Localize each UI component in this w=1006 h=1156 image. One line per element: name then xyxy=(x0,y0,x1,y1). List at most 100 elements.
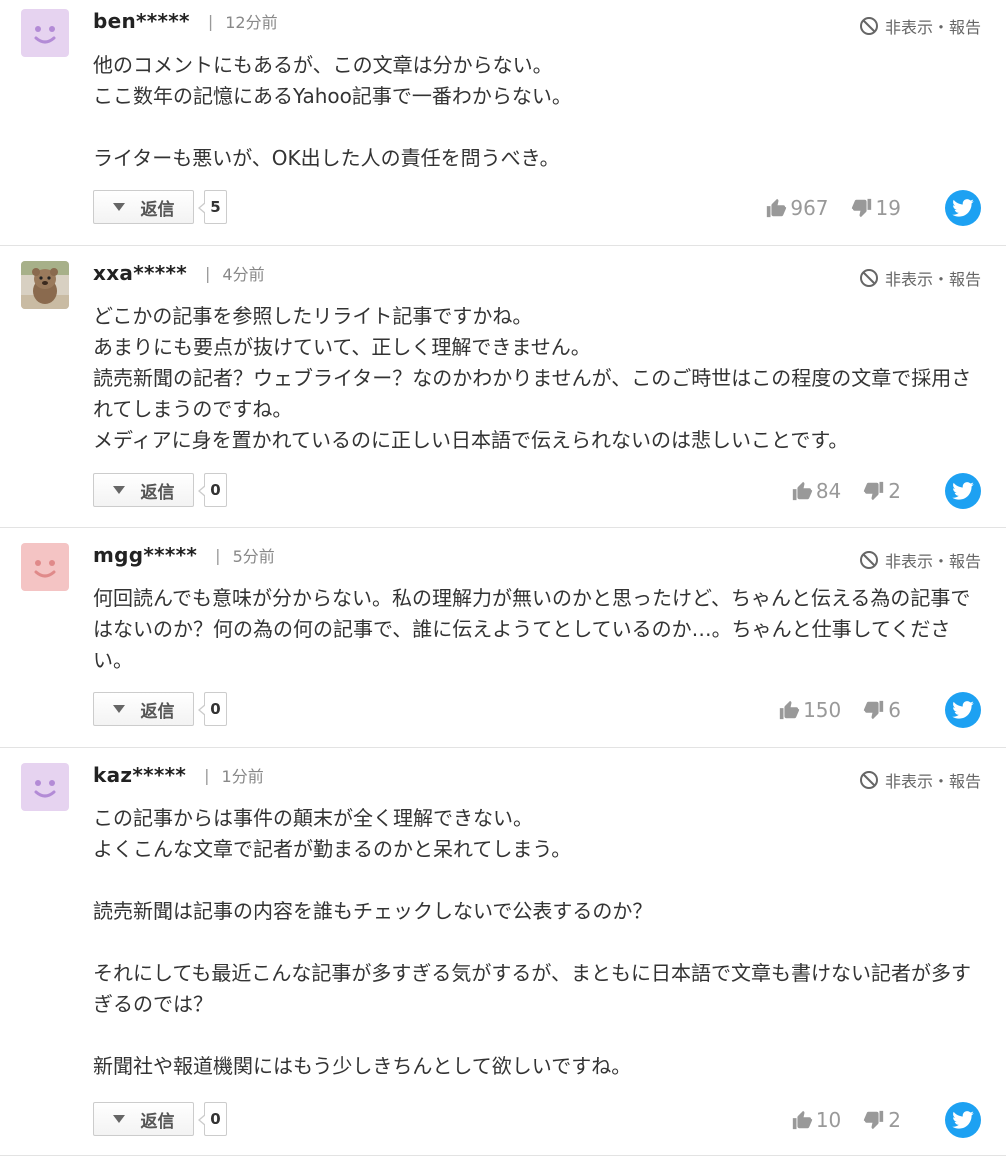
thumbs-up-icon xyxy=(779,700,800,720)
dislike-button[interactable]: 2 xyxy=(863,1108,901,1132)
comment-body: 他のコメントにもあるが、この文章は分からない。 ここ数年の記憶にあるYahoo記… xyxy=(93,53,572,170)
hide-report-label: 非表示・報告 xyxy=(884,18,981,37)
like-button[interactable]: 10 xyxy=(791,1108,841,1132)
twitter-bird-icon xyxy=(952,199,974,217)
username[interactable]: mgg***** xyxy=(93,543,197,567)
twitter-share-button[interactable] xyxy=(945,1102,981,1138)
comment-body: どこかの記事を参照したリライト記事ですかね。 あまりにも要点が抜けていて、正しく… xyxy=(93,304,972,452)
like-count: 967 xyxy=(790,196,829,220)
avatar[interactable] xyxy=(21,543,69,591)
vote-area: 84 2 xyxy=(791,473,981,509)
reply-row: 返信 5 xyxy=(93,190,227,224)
divider: | xyxy=(215,545,221,565)
thumbs-down-icon xyxy=(864,1110,884,1130)
twitter-share-button[interactable] xyxy=(945,190,981,226)
timestamp: 4分前 xyxy=(222,265,265,284)
username[interactable]: kaz***** xyxy=(93,763,186,787)
timestamp: 5分前 xyxy=(232,547,275,566)
thumbs-up-icon xyxy=(792,1110,812,1130)
comment-body: この記事からは事件の顛末が全く理解できない。 よくこんな文章で記者が勤まるのかと… xyxy=(93,806,971,1078)
comment-meta: kaz***** | 1分前 xyxy=(93,763,264,787)
comment-item: mgg***** | 5分前 非表示・報告 何回読んでも意味が分からない。私の理… xyxy=(0,528,1006,748)
hide-report-label: 非表示・報告 xyxy=(884,552,981,571)
reply-label: 返信 xyxy=(140,199,175,220)
thumbs-down-icon xyxy=(851,198,871,218)
dislike-button[interactable]: 6 xyxy=(863,698,901,722)
avatar[interactable] xyxy=(21,763,69,811)
comment-item: ben***** | 12分前 非表示・報告 他のコメントにもあるが、この文章は… xyxy=(0,0,1006,246)
comment-meta: xxa***** | 4分前 xyxy=(93,261,265,285)
comment-meta: mgg***** | 5分前 xyxy=(93,543,275,567)
divider: | xyxy=(207,11,214,31)
like-count: 84 xyxy=(815,479,842,503)
comment-item: xxa***** | 4分前 非表示・報告 どこかの記事を参照したリライト記事で… xyxy=(0,246,1006,528)
prohibit-icon xyxy=(859,269,878,287)
thumbs-up-icon xyxy=(767,198,787,218)
like-count: 10 xyxy=(815,1108,842,1132)
like-count: 150 xyxy=(803,698,842,722)
divider: | xyxy=(205,263,211,283)
twitter-share-button[interactable] xyxy=(945,473,981,509)
reply-count: 0 xyxy=(198,473,227,507)
reply-label: 返信 xyxy=(140,701,175,722)
comment-body: 何回読んでも意味が分からない。私の理解力が無いのかと思ったけど、ちゃんと伝える為… xyxy=(93,586,971,672)
reply-count: 0 xyxy=(198,692,227,726)
reply-count: 5 xyxy=(198,190,227,224)
hide-report-link[interactable]: 非表示・報告 xyxy=(859,548,981,572)
hide-report-label: 非表示・報告 xyxy=(884,772,981,791)
reply-label: 返信 xyxy=(140,482,175,503)
reply-row: 返信 0 xyxy=(93,692,227,726)
dislike-button[interactable]: 19 xyxy=(851,196,901,220)
hide-report-link[interactable]: 非表示・報告 xyxy=(859,14,981,38)
prohibit-icon xyxy=(859,551,878,569)
comment-item: kaz***** | 1分前 非表示・報告 この記事からは事件の顛末が全く理解で… xyxy=(0,748,1006,1156)
dislike-count: 2 xyxy=(888,479,901,503)
timestamp: 12分前 xyxy=(225,13,278,32)
reply-button[interactable]: 返信 xyxy=(93,692,194,726)
twitter-bird-icon xyxy=(952,482,974,500)
pink-smiley-icon xyxy=(34,560,56,578)
vote-area: 10 2 xyxy=(791,1102,981,1138)
caret-down-icon xyxy=(112,203,125,211)
reply-button[interactable]: 返信 xyxy=(93,190,194,224)
vote-area: 967 19 xyxy=(765,190,981,226)
reply-row: 返信 0 xyxy=(93,473,227,507)
vote-area: 150 6 xyxy=(778,692,981,728)
dislike-count: 6 xyxy=(888,698,901,722)
avatar[interactable] xyxy=(21,9,69,57)
twitter-bird-icon xyxy=(952,701,974,719)
reply-button[interactable]: 返信 xyxy=(93,473,194,507)
like-button[interactable]: 967 xyxy=(765,196,829,220)
quokka-photo xyxy=(21,261,69,309)
caret-down-icon xyxy=(112,1115,125,1123)
reply-row: 返信 0 xyxy=(93,1102,227,1136)
twitter-share-button[interactable] xyxy=(945,692,981,728)
reply-label: 返信 xyxy=(140,1111,175,1132)
hide-report-link[interactable]: 非表示・報告 xyxy=(859,768,981,792)
purple-smiley-icon xyxy=(34,26,56,44)
reply-button[interactable]: 返信 xyxy=(93,1102,194,1136)
reply-count: 0 xyxy=(198,1102,227,1136)
timestamp: 1分前 xyxy=(221,767,264,786)
like-button[interactable]: 84 xyxy=(791,479,841,503)
like-button[interactable]: 150 xyxy=(778,698,841,722)
thumbs-up-icon xyxy=(792,481,812,501)
hide-report-label: 非表示・報告 xyxy=(884,270,981,289)
dislike-count: 19 xyxy=(875,196,901,220)
divider: | xyxy=(204,765,210,785)
thumbs-down-icon xyxy=(864,700,884,720)
purple-smiley-icon xyxy=(34,780,56,798)
dislike-count: 2 xyxy=(888,1108,901,1132)
twitter-bird-icon xyxy=(952,1111,974,1129)
username[interactable]: ben***** xyxy=(93,9,190,33)
caret-down-icon xyxy=(112,486,125,494)
hide-report-link[interactable]: 非表示・報告 xyxy=(859,266,981,290)
thumbs-down-icon xyxy=(864,481,884,501)
prohibit-icon xyxy=(859,17,878,35)
username[interactable]: xxa***** xyxy=(93,261,187,285)
avatar[interactable] xyxy=(21,261,69,309)
comment-meta: ben***** | 12分前 xyxy=(93,9,278,33)
prohibit-icon xyxy=(859,771,878,789)
caret-down-icon xyxy=(112,705,125,713)
dislike-button[interactable]: 2 xyxy=(863,479,901,503)
